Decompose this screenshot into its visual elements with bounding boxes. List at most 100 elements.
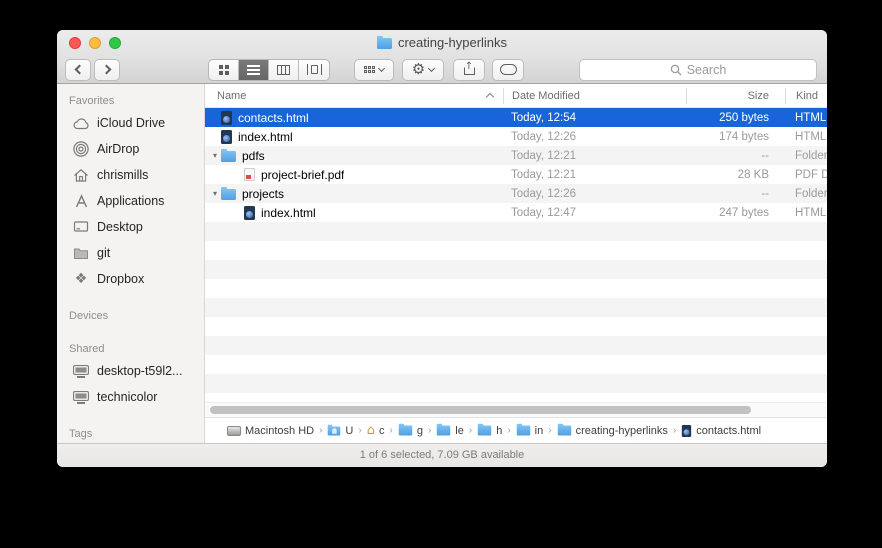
- search-placeholder: Search: [687, 63, 727, 77]
- path-item-creating-hyperlinks[interactable]: creating-hyperlinks: [557, 425, 668, 437]
- pdf-file-icon: [244, 168, 255, 181]
- group-by-icon: [364, 66, 375, 74]
- path-separator: ›: [319, 425, 322, 436]
- list-view-icon: [247, 65, 260, 75]
- path-separator: ›: [548, 425, 551, 436]
- sidebar-item-git[interactable]: git: [57, 240, 204, 266]
- list-view-button[interactable]: [239, 60, 269, 80]
- path-separator: ›: [389, 425, 392, 436]
- scrollbar-thumb[interactable]: [210, 406, 751, 414]
- sidebar-section-devices: Devices: [57, 305, 204, 325]
- path-item-folder[interactable]: g: [398, 425, 423, 437]
- column-view-button[interactable]: [269, 60, 299, 80]
- html-file-icon: [244, 206, 255, 220]
- search-input[interactable]: Search: [579, 59, 817, 81]
- gear-icon: ⚙: [412, 62, 425, 77]
- coverflow-view-button[interactable]: [299, 60, 329, 80]
- applications-icon: [72, 194, 90, 209]
- path-item-macintosh-hd[interactable]: Macintosh HD: [227, 425, 314, 437]
- home-icon: [72, 168, 90, 183]
- sidebar-section-tags: Tags: [57, 423, 204, 443]
- group-by-button[interactable]: [354, 59, 394, 81]
- column-header-name[interactable]: Name: [205, 90, 503, 102]
- html-file-icon: [682, 425, 691, 437]
- path-separator: ›: [428, 425, 431, 436]
- table-row[interactable]: ▾ pdfs Today, 12:21 -- Folder: [205, 146, 827, 165]
- folder-icon: [377, 38, 392, 49]
- html-file-icon: [221, 111, 232, 125]
- sidebar-item-applications[interactable]: Applications: [57, 188, 204, 214]
- path-item-folder[interactable]: h: [477, 425, 502, 437]
- sidebar-item-home[interactable]: chrismills: [57, 162, 204, 188]
- action-button[interactable]: ⚙: [402, 59, 444, 81]
- folder-icon: [557, 426, 571, 436]
- path-item-contacts-html[interactable]: contacts.html: [681, 424, 761, 438]
- column-header-size[interactable]: Size: [686, 88, 785, 104]
- home-folder-icon: ⌂: [367, 424, 375, 437]
- close-button[interactable]: [69, 37, 81, 49]
- sidebar-item-technicolor[interactable]: technicolor: [57, 384, 204, 410]
- path-item-folder[interactable]: le: [436, 425, 464, 437]
- table-row[interactable]: ▾ contacts.html Today, 12:54 250 bytes H…: [205, 108, 827, 127]
- sidebar-item-label: technicolor: [97, 390, 157, 404]
- display-icon: [72, 391, 90, 404]
- icon-view-icon: [219, 65, 229, 75]
- minimize-button[interactable]: [89, 37, 101, 49]
- table-row[interactable]: ▾ project-brief.pdf Today, 12:21 28 KB P…: [205, 165, 827, 184]
- sidebar-item-airdrop[interactable]: AirDrop: [57, 136, 204, 162]
- coverflow-view-icon: [307, 64, 322, 75]
- airdrop-icon: [72, 141, 90, 157]
- window-chrome: creating-hyperlinks: [57, 30, 827, 84]
- column-header-kind[interactable]: Kind: [785, 88, 827, 104]
- forward-button[interactable]: [94, 59, 120, 81]
- sidebar-item-icloud-drive[interactable]: iCloud Drive: [57, 110, 204, 136]
- tag-button[interactable]: [492, 59, 524, 81]
- cloud-icon: [72, 116, 90, 130]
- chevron-left-icon: [74, 65, 84, 75]
- chevron-right-icon: [101, 65, 111, 75]
- disclosure-triangle-icon[interactable]: ▾: [209, 152, 221, 160]
- desktop-icon: [72, 220, 90, 234]
- folder-icon: [221, 189, 236, 200]
- path-separator: ›: [673, 425, 676, 436]
- share-button[interactable]: ↑: [453, 59, 485, 81]
- zoom-button[interactable]: [109, 37, 121, 49]
- path-separator: ›: [358, 425, 361, 436]
- share-icon: ↑: [464, 64, 475, 75]
- sidebar-item-shared-desktop[interactable]: desktop-t59l2...: [57, 358, 204, 384]
- icon-view-button[interactable]: [209, 60, 239, 80]
- folder-icon: [399, 426, 413, 436]
- finder-window: creating-hyperlinks: [57, 30, 827, 467]
- table-row[interactable]: ▾ index.html Today, 12:47 247 bytes HTML: [205, 203, 827, 222]
- users-folder-icon: [328, 426, 341, 435]
- sidebar: Favorites iCloud Drive AirDrop: [57, 84, 205, 443]
- table-row[interactable]: ▾ index.html Today, 12:26 174 bytes HTML: [205, 127, 827, 146]
- path-item-home[interactable]: ⌂ c: [367, 424, 385, 437]
- folder-icon: [516, 426, 530, 436]
- sidebar-item-desktop[interactable]: Desktop: [57, 214, 204, 240]
- toolbar: ⚙ ↑ Search: [57, 55, 827, 84]
- folder-icon: [221, 151, 236, 162]
- path-item-users[interactable]: U: [327, 425, 353, 437]
- folder-icon: [72, 247, 90, 260]
- file-list: ▾ contacts.html Today, 12:54 250 bytes H…: [205, 108, 827, 402]
- traffic-lights: [69, 37, 121, 49]
- search-icon: [670, 64, 682, 76]
- hard-drive-icon: [227, 426, 241, 436]
- html-file-icon: [221, 130, 232, 144]
- back-button[interactable]: [65, 59, 91, 81]
- column-header-date-modified[interactable]: Date Modified: [503, 88, 686, 104]
- path-item-folder[interactable]: in: [516, 425, 544, 437]
- horizontal-scrollbar[interactable]: [205, 402, 827, 417]
- sidebar-item-label: Applications: [97, 194, 164, 208]
- folder-icon: [478, 426, 492, 436]
- table-row[interactable]: ▾ projects Today, 12:26 -- Folder: [205, 184, 827, 203]
- sidebar-item-dropbox[interactable]: ❖ Dropbox: [57, 266, 204, 292]
- disclosure-triangle-icon[interactable]: ▾: [209, 190, 221, 198]
- list-header: Name Date Modified Size Kind: [205, 84, 827, 108]
- status-bar: 1 of 6 selected, 7.09 GB available: [57, 443, 827, 467]
- path-bar: Macintosh HD › U › ⌂ c › g: [205, 417, 827, 443]
- status-text: 1 of 6 selected, 7.09 GB available: [360, 449, 525, 461]
- file-list-panel: Name Date Modified Size Kind ▾ contacts.…: [205, 84, 827, 443]
- title-bar[interactable]: creating-hyperlinks: [57, 30, 827, 55]
